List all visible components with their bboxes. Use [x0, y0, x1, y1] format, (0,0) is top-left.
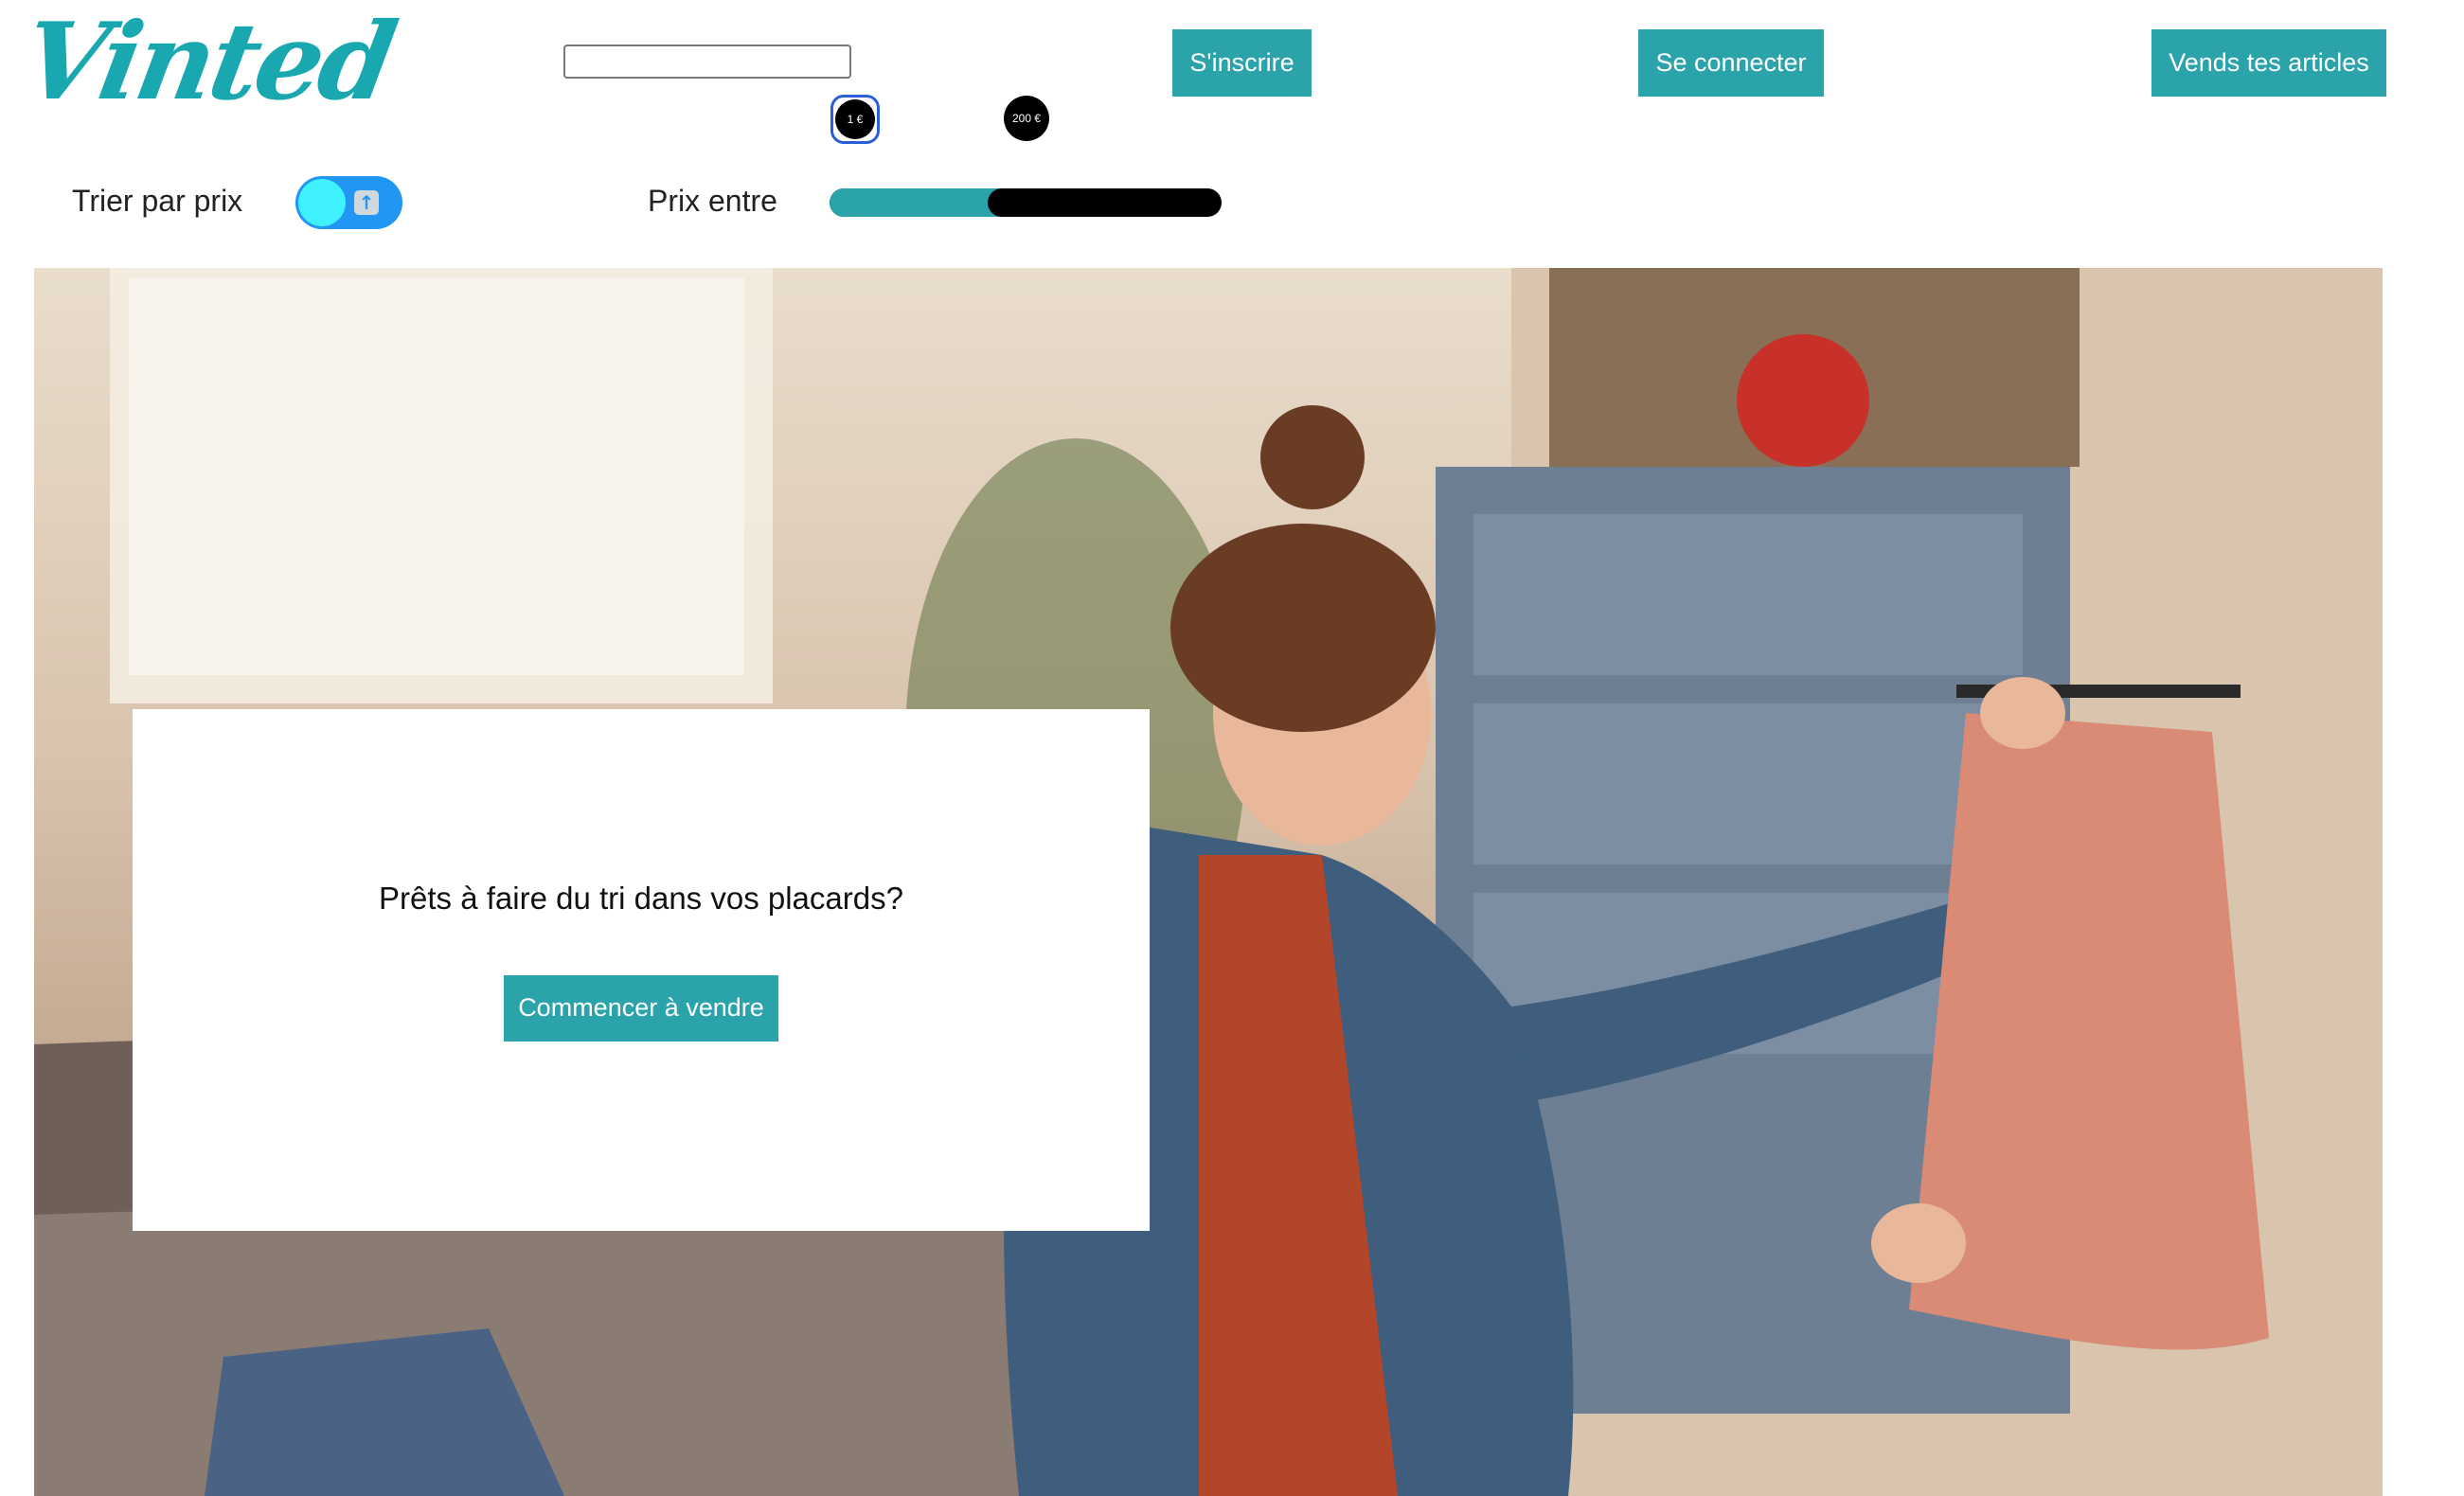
login-button[interactable]: Se connecter: [1638, 29, 1824, 97]
search-input[interactable]: [563, 45, 851, 79]
signup-button[interactable]: S'inscrire: [1172, 29, 1312, 97]
sell-items-button[interactable]: Vends tes articles: [2152, 29, 2386, 97]
price-min-value: 1 €: [835, 99, 875, 139]
price-min-bubble[interactable]: 1 €: [830, 95, 880, 144]
price-range-fill: [830, 188, 1002, 217]
price-range-slider[interactable]: [830, 188, 1222, 217]
sort-by-price-toggle[interactable]: ↑: [295, 176, 402, 229]
hero-title: Prêts à faire du tri dans vos placards?: [379, 880, 903, 916]
toggle-knob: [298, 179, 346, 226]
arrow-up-icon: ↑: [354, 190, 379, 215]
sort-by-price-label: Trier par prix: [72, 184, 243, 218]
price-range-thumb[interactable]: [988, 188, 1016, 217]
vinted-logo[interactable]: Vinted: [14, 0, 402, 124]
hero-card: Prêts à faire du tri dans vos placards? …: [133, 709, 1150, 1231]
hero-banner: Prêts à faire du tri dans vos placards? …: [34, 268, 2383, 1496]
price-range-label: Prix entre: [648, 184, 777, 218]
start-selling-button[interactable]: Commencer à vendre: [504, 974, 778, 1042]
price-max-bubble[interactable]: 200 €: [1004, 96, 1049, 141]
